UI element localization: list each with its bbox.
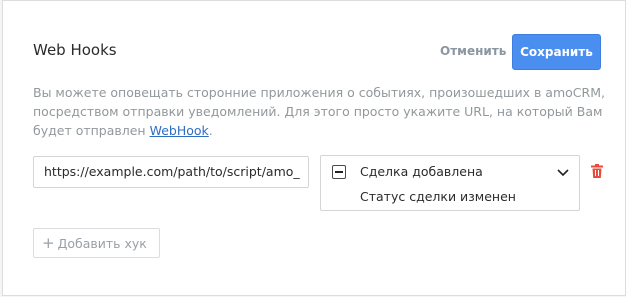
description-body: Вы можете оповещать сторонние приложения… (33, 85, 605, 138)
webhook-link[interactable]: WebHook (150, 123, 209, 138)
webhooks-panel: Web Hooks Отменить Сохранить Вы можете о… (2, 0, 626, 296)
plus-icon: + (42, 234, 55, 252)
events-select[interactable]: Сделка добавлена Статус сделки изменен (320, 155, 580, 211)
webhook-url-input[interactable]: https://example.com/path/to/script/amo_ (33, 156, 309, 188)
add-hook-button[interactable]: + Добавить хук (33, 228, 160, 258)
trash-icon[interactable] (591, 164, 603, 178)
chevron-down-icon[interactable] (557, 167, 569, 177)
description-text: Вы можете оповещать сторонние приложения… (33, 83, 613, 140)
add-hook-label: Добавить хук (57, 236, 147, 251)
cancel-button[interactable]: Отменить (440, 44, 506, 58)
page-title: Web Hooks (33, 41, 117, 59)
event-option: Сделка добавлена (360, 164, 483, 179)
event-option: Статус сделки изменен (360, 189, 516, 204)
save-button[interactable]: Сохранить (512, 34, 601, 70)
select-all-checkbox[interactable] (332, 165, 346, 179)
description-suffix: . (208, 123, 213, 138)
